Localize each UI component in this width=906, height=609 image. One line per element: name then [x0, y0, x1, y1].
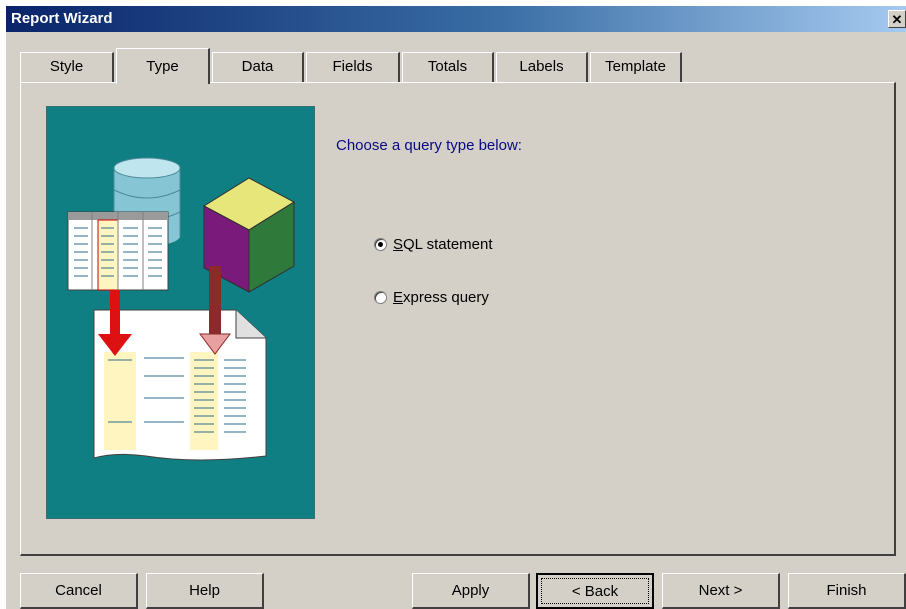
window-title: Report Wizard — [11, 10, 113, 27]
report-wizard-dialog: Report Wizard ✕ Style Type Data Fields T… — [6, 6, 906, 609]
express-query-option[interactable]: Express query — [374, 289, 489, 306]
tab-data[interactable]: Data — [212, 52, 304, 82]
cancel-button[interactable]: Cancel — [20, 573, 138, 609]
title-bar: Report Wizard ✕ — [6, 6, 906, 32]
sql-statement-option[interactable]: SQL statement — [374, 236, 493, 253]
radio-button[interactable] — [374, 291, 387, 304]
source-table-icon — [67, 211, 169, 291]
tab-style[interactable]: Style — [20, 52, 114, 82]
next-button[interactable]: Next > — [662, 573, 780, 609]
report-illustration — [46, 106, 315, 519]
apply-button[interactable]: Apply — [412, 573, 530, 609]
tab-labels[interactable]: Labels — [496, 52, 588, 82]
close-icon: ✕ — [891, 12, 903, 27]
close-button[interactable]: ✕ — [888, 10, 906, 28]
tab-totals[interactable]: Totals — [402, 52, 494, 82]
tab-template[interactable]: Template — [590, 52, 682, 82]
tab-fields[interactable]: Fields — [306, 52, 400, 82]
help-button[interactable]: Help — [146, 573, 264, 609]
finish-button[interactable]: Finish — [788, 573, 906, 609]
back-button[interactable]: < Back — [536, 573, 654, 609]
tab-type[interactable]: Type — [116, 48, 210, 84]
query-type-prompt: Choose a query type below: — [336, 137, 522, 154]
radio-button-selected[interactable] — [374, 238, 387, 251]
